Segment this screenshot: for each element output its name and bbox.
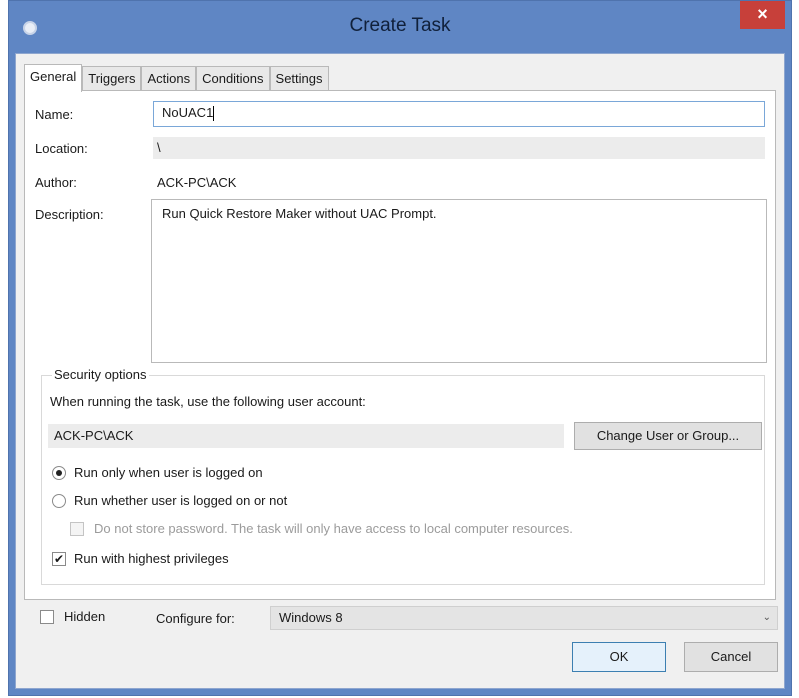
location-value: \ bbox=[157, 140, 161, 155]
create-task-window: Create Task × General Triggers Actions C… bbox=[8, 0, 792, 696]
hidden-label[interactable]: Hidden bbox=[64, 609, 105, 624]
configure-for-value: Windows 8 bbox=[279, 610, 343, 625]
tab-actions[interactable]: Actions bbox=[141, 66, 197, 91]
do-not-store-password-label: Do not store password. The task will onl… bbox=[94, 521, 573, 536]
close-button[interactable]: × bbox=[740, 1, 785, 29]
security-options-group: Security options When running the task, … bbox=[41, 367, 765, 585]
highest-privileges-label[interactable]: Run with highest privileges bbox=[74, 551, 229, 566]
hidden-checkbox[interactable] bbox=[40, 610, 54, 624]
radio-logged-on[interactable] bbox=[52, 466, 66, 480]
name-input[interactable]: NoUAC1 bbox=[153, 101, 765, 127]
do-not-store-password-checkbox[interactable] bbox=[70, 522, 84, 536]
checkmark-icon: ✔ bbox=[53, 552, 65, 566]
tab-triggers[interactable]: Triggers bbox=[82, 66, 142, 91]
location-field bbox=[153, 137, 765, 159]
tab-general[interactable]: General bbox=[24, 64, 83, 92]
radio-whether-logged-on-label[interactable]: Run whether user is logged on or not bbox=[74, 493, 287, 508]
description-textarea[interactable]: Run Quick Restore Maker without UAC Prom… bbox=[151, 199, 767, 363]
description-label: Description: bbox=[35, 207, 104, 222]
security-options-title: Security options bbox=[52, 367, 149, 382]
name-label: Name: bbox=[35, 107, 74, 122]
tab-strip: General Triggers Actions Conditions Sett… bbox=[24, 64, 329, 92]
title-bar[interactable]: Create Task × bbox=[9, 1, 791, 53]
account-prompt: When running the task, use the following… bbox=[50, 394, 366, 409]
tab-settings[interactable]: Settings bbox=[269, 66, 329, 91]
chevron-down-icon: ⌄ bbox=[762, 612, 771, 623]
radio-logged-on-label[interactable]: Run only when user is logged on bbox=[74, 465, 263, 480]
tab-conditions[interactable]: Conditions bbox=[196, 66, 270, 91]
author-value: ACK-PC\ACK bbox=[157, 175, 237, 190]
radio-whether-logged-on[interactable] bbox=[52, 494, 66, 508]
general-panel: Name: NoUAC1 Location: \ Author: ACK-PC\… bbox=[24, 90, 776, 600]
dialog-body: General Triggers Actions Conditions Sett… bbox=[15, 53, 785, 689]
name-value: NoUAC1 bbox=[162, 105, 214, 120]
cancel-button[interactable]: Cancel bbox=[684, 642, 778, 672]
highest-privileges-checkbox[interactable]: ✔ bbox=[52, 552, 66, 566]
configure-for-label: Configure for: bbox=[156, 611, 235, 626]
location-label: Location: bbox=[35, 141, 88, 156]
author-label: Author: bbox=[35, 175, 77, 190]
user-account-field: ACK-PC\ACK bbox=[48, 424, 564, 448]
ok-button[interactable]: OK bbox=[572, 642, 666, 672]
window-title: Create Task bbox=[349, 15, 451, 36]
text-caret bbox=[213, 106, 215, 122]
configure-for-select[interactable]: Windows 8 ⌄ bbox=[270, 606, 778, 630]
change-user-button[interactable]: Change User or Group... bbox=[574, 422, 762, 450]
